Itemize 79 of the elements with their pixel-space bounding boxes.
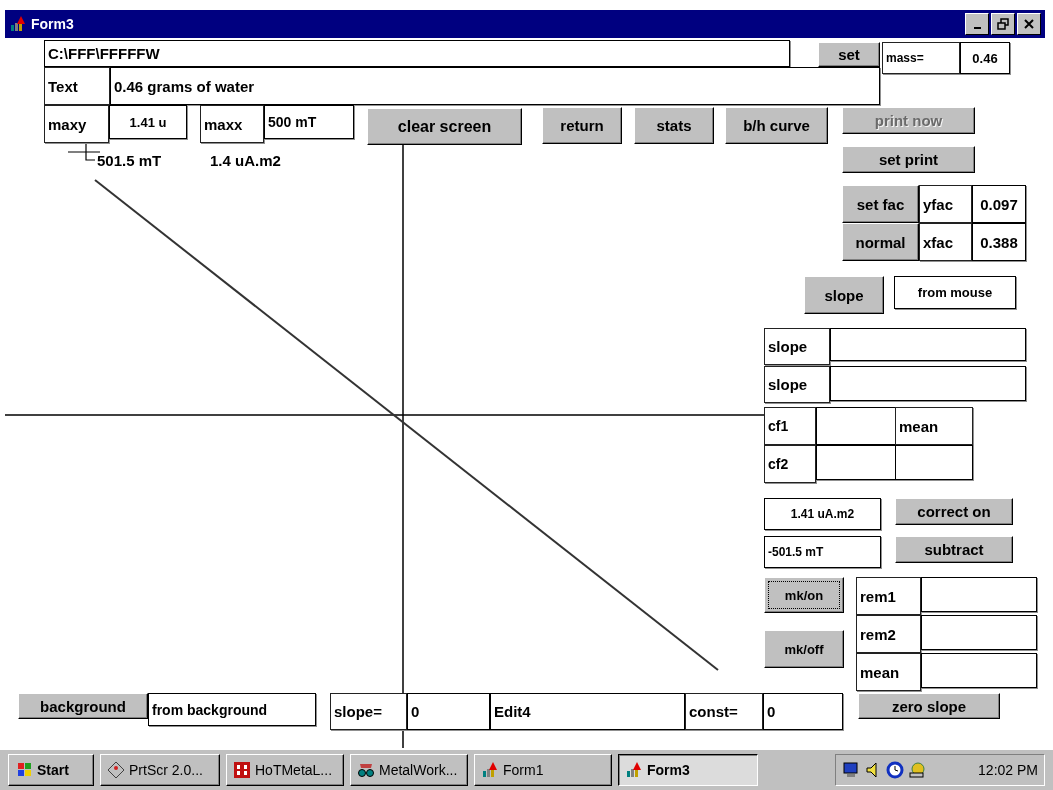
command-button[interactable]: return [542,107,622,144]
field-label: rem2 [856,615,921,653]
field-label: rem1 [856,577,921,615]
command-button[interactable]: stats [634,107,714,144]
field-label: yfac [919,185,972,223]
clock-time: 12:02 PM [978,762,1038,778]
command-button[interactable]: correct on [895,498,1013,525]
command-button[interactable]: normal [842,223,919,261]
text-field[interactable]: Edit4 [490,693,685,730]
text-field[interactable]: C:\FFF\FFFFFW [44,40,790,67]
command-button[interactable]: set print [842,146,975,173]
text-field[interactable]: 0.46 grams of water [110,67,880,105]
text-field[interactable]: 1.41 u [109,105,187,139]
diamond-icon [107,761,125,779]
taskbar-button[interactable]: PrtScr 2.0... [100,754,220,786]
text-field[interactable]: 0 [407,693,490,730]
text-field[interactable]: 500 mT [264,105,354,139]
field-label: cf1 [764,407,816,445]
moment-readout: 1.4 uA.m2 [210,152,281,169]
start-button[interactable]: Start [8,754,94,786]
command-button[interactable]: clear screen [367,108,522,145]
text-field[interactable] [830,366,1026,401]
text-field[interactable]: from mouse [894,276,1016,309]
window-title: Form3 [31,16,75,32]
clock-icon[interactable] [886,761,904,779]
text-field[interactable]: 0 [763,693,843,730]
command-button[interactable]: set [818,42,880,67]
field-label: mean [856,653,921,691]
minimize-icon [973,27,981,29]
text-field[interactable] [895,445,973,480]
text-field[interactable]: from background [148,693,316,726]
text-field[interactable] [816,407,896,445]
field-label: mean [895,407,973,445]
monitor-icon[interactable] [842,761,860,779]
command-button[interactable]: zero slope [858,693,1000,719]
text-field[interactable]: 0.097 [972,185,1026,223]
windows-logo-icon [15,761,33,779]
command-button[interactable]: mk/off [764,630,844,668]
text-field[interactable] [816,445,896,480]
command-button[interactable]: slope [804,276,884,314]
field-label: Text [44,67,110,105]
taskbar-button[interactable]: HoTMetaL... [226,754,344,786]
disc-icon[interactable] [908,761,926,779]
text-field[interactable] [921,653,1037,688]
text-field[interactable]: 0.46 [960,42,1010,74]
chart-house-icon [625,761,643,779]
command-button[interactable]: mk/on [764,577,844,613]
field-label: mass= [882,42,960,74]
text-field[interactable] [921,577,1037,612]
field-label: slope= [330,693,407,730]
close-icon [1022,17,1036,31]
close-button[interactable] [1017,13,1041,35]
field-label: const= [685,693,763,730]
text-field[interactable] [921,615,1037,650]
html-tile-icon [233,761,251,779]
app-icon [9,15,27,33]
glasses-icon [357,761,375,779]
restore-icon [996,17,1010,31]
field-label: xfac [919,223,972,261]
minimize-button[interactable] [965,13,989,35]
taskbar-button[interactable]: Form3 [618,754,758,786]
text-field[interactable] [830,328,1026,361]
command-button[interactable]: subtract [895,536,1013,563]
text-field[interactable]: 0.388 [972,223,1026,261]
command-button[interactable]: background [18,693,148,719]
restore-button[interactable] [991,13,1015,35]
field-label: cf2 [764,445,816,483]
field-label: maxx [200,105,264,143]
field-label: slope [764,366,830,403]
field-label: maxy [44,105,109,143]
text-field[interactable]: -501.5 mT [764,536,881,568]
text-field[interactable]: 1.41 uA.m2 [764,498,881,530]
field-readout: 501.5 mT [97,152,162,169]
taskbar-button[interactable]: Form1 [474,754,612,786]
command-button[interactable]: b/h curve [725,107,828,144]
field-label: slope [764,328,830,365]
taskbar-button[interactable]: MetalWork... [350,754,468,786]
chart-house-icon [481,761,499,779]
command-button[interactable]: set fac [842,185,919,223]
